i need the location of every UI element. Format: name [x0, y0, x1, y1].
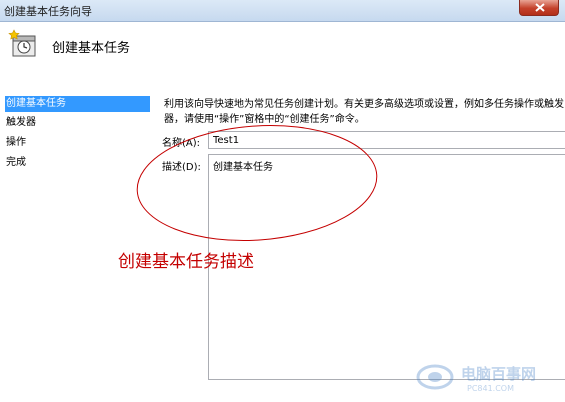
instruction-line-2: 器，请使用“操作”窗格中的“创建任务”命令。 [164, 114, 365, 125]
page-title: 创建基本任务 [52, 41, 131, 56]
sidebar-item-actions[interactable]: 操作 [6, 135, 150, 151]
task-scheduler-icon [8, 29, 36, 57]
watermark-text: 电脑百事网 [461, 365, 537, 383]
close-icon [535, 3, 545, 12]
window-title: 创建基本任务向导 [4, 5, 92, 18]
description-text: 创建基本任务 [213, 162, 273, 173]
close-button[interactable] [519, 0, 559, 16]
description-textarea[interactable]: 创建基本任务 [208, 154, 565, 380]
site-logo-icon [416, 364, 454, 390]
sidebar-item-create-basic-task[interactable]: 创建基本任务 [5, 96, 150, 112]
wizard-header: 创建基本任务 [0, 22, 565, 82]
instruction-text: 利用该向导快速地为常见任务创建计划。有关更多高级选项或设置，例如多任务操作或触发… [164, 97, 565, 127]
name-label: 名称(A): [162, 138, 201, 149]
instruction-line-1: 利用该向导快速地为常见任务创建计划。有关更多高级选项或设置，例如多任务操作或触发 [164, 99, 564, 110]
sidebar-item-triggers[interactable]: 触发器 [6, 115, 150, 131]
sidebar-item-finish[interactable]: 完成 [6, 155, 150, 171]
title-bar: 创建基本任务向导 [0, 0, 565, 22]
annotation-label: 创建基本任务描述 [118, 252, 254, 272]
description-label: 描述(D): [162, 162, 201, 173]
watermark-url: PC841.COM [467, 384, 515, 393]
name-input[interactable] [208, 131, 565, 149]
watermark: 电脑百事网 PC841.COM [415, 358, 565, 398]
